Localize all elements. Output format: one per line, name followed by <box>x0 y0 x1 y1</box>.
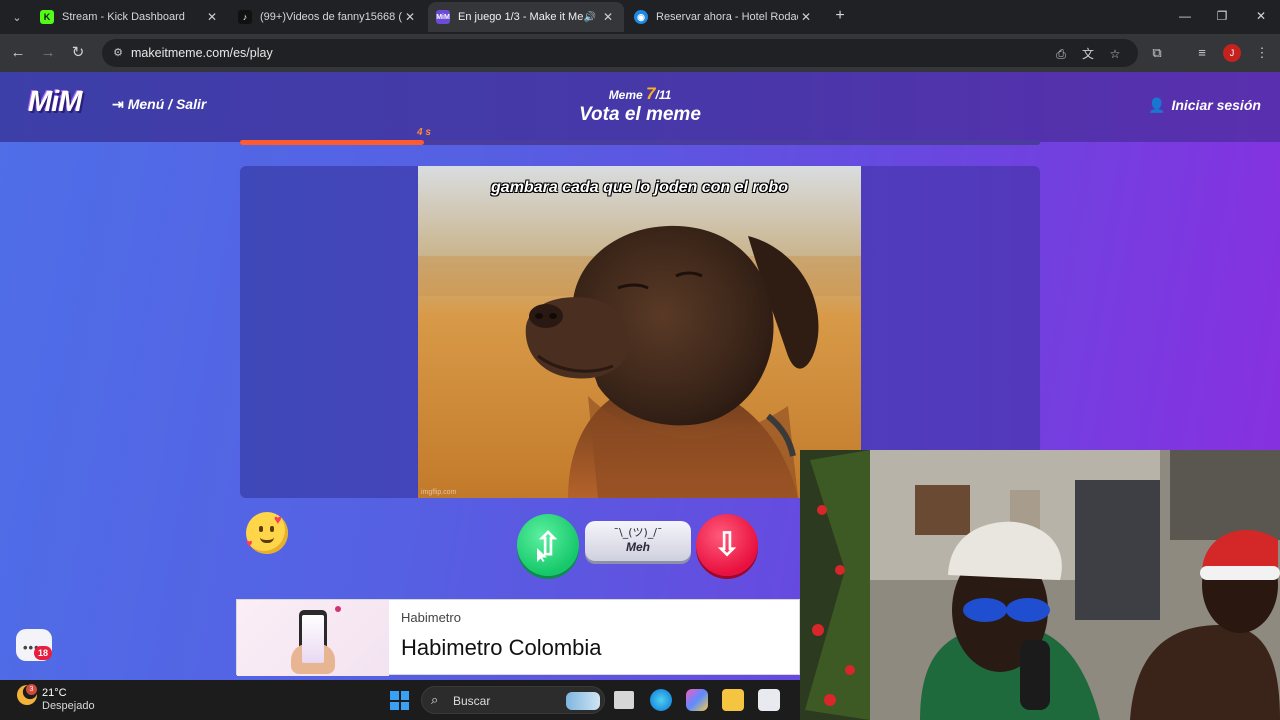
meme-caption: gambara cada que lo joden con el robo <box>491 179 788 196</box>
tab-make-it-meme[interactable]: MiM En juego 1/3 - Make it Meme 🔊 ✕ <box>428 2 624 32</box>
webcam-feed <box>800 450 1280 720</box>
site-settings-icon[interactable]: ⚙ <box>110 45 126 61</box>
address-bar[interactable]: ⚙ makeitmeme.com/es/play ⎙ 文 ☆ <box>102 39 1138 67</box>
dog-photo <box>418 166 861 498</box>
advertisement-banner[interactable]: Habimetro Habimetro Colombia <box>236 599 800 676</box>
search-placeholder: Buscar <box>453 694 491 708</box>
minimize-button[interactable]: — <box>1170 6 1200 26</box>
timer-label: 4 s <box>417 127 431 138</box>
tab-title: (99+)Videos de fanny15668 (@ <box>260 11 402 23</box>
windows-taskbar: 3 21°C Despejado ⌕ Buscar <box>0 680 800 720</box>
reaction-emoji-button[interactable]: ♥ ♥ <box>246 512 288 554</box>
close-tab-icon[interactable]: ✕ <box>798 10 814 24</box>
phone-screen <box>302 615 324 663</box>
phone-icon <box>291 610 335 674</box>
tab-title: Stream - Kick Dashboard <box>62 11 185 23</box>
meme-image: gambara cada que lo joden con el robo im… <box>418 166 861 498</box>
microsoft-store-icon[interactable] <box>758 689 780 711</box>
search-highlight-image <box>566 692 600 710</box>
back-button[interactable]: ← <box>7 42 29 64</box>
profile-avatar[interactable]: J <box>1223 44 1241 62</box>
more-menu-icon[interactable]: ⋮ <box>1252 43 1272 63</box>
weather-description: Despejado <box>42 700 95 712</box>
windows-start-icon[interactable] <box>390 691 409 710</box>
browser-tab-bar: ⌄ K Stream - Kick Dashboard ✕ ♪ (99+)Vid… <box>0 0 1280 34</box>
meme-counter: Meme 7/11 <box>0 84 1280 104</box>
install-app-icon[interactable]: ⎙ <box>1052 45 1070 63</box>
meme-prefix: Meme <box>608 88 643 102</box>
timer-bar <box>240 140 1040 145</box>
weather-badge: 3 <box>26 684 37 695</box>
tab-search-icon[interactable]: ⌄ <box>6 6 28 28</box>
media-control-icon[interactable]: ≡ <box>1192 43 1212 63</box>
ad-title: Habimetro Colombia <box>401 635 602 660</box>
close-window-button[interactable]: ✕ <box>1246 6 1276 26</box>
extensions-icon[interactable]: ⧉ <box>1147 43 1167 63</box>
shrug-face: ¯\_(ツ)_/¯ <box>613 526 663 539</box>
task-view-icon[interactable] <box>614 691 634 709</box>
browser-toolbar: ← → ↻ ⚙ makeitmeme.com/es/play ⎙ 文 ☆ ⧉ ≡… <box>0 34 1280 72</box>
login-label: Iniciar sesión <box>1171 97 1261 113</box>
restore-button[interactable]: ❐ <box>1207 6 1237 26</box>
reload-button[interactable]: ↻ <box>67 42 89 64</box>
taskbar-search[interactable]: ⌕ Buscar <box>421 686 605 714</box>
temperature: 21°C <box>42 687 67 699</box>
translate-icon[interactable]: 文 <box>1079 45 1097 63</box>
heart-icon: ♥ <box>246 538 253 550</box>
new-tab-button[interactable]: + <box>830 6 850 26</box>
speaker-icon[interactable]: 🔊 <box>584 12 596 23</box>
arrow-down-icon: ⇩ <box>713 526 741 562</box>
file-explorer-icon[interactable] <box>722 689 744 711</box>
close-tab-icon[interactable]: ✕ <box>600 10 616 24</box>
heart-icon: ♥ <box>274 512 282 527</box>
upvote-button[interactable]: ⇧ <box>517 514 579 576</box>
tab-title: Reservar ahora - Hotel Rodaderi <box>656 11 798 23</box>
page-title: Vota el meme <box>579 104 701 125</box>
tab-tiktok[interactable]: ♪ (99+)Videos de fanny15668 (@ ✕ <box>230 2 426 32</box>
edge-browser-icon[interactable] <box>650 689 672 711</box>
login-link[interactable]: 👤 Iniciar sesión <box>1148 97 1261 114</box>
tiktok-icon: ♪ <box>238 10 252 24</box>
chat-button[interactable]: ••• 18 <box>16 629 52 661</box>
ad-dot <box>335 606 341 612</box>
emoji-mouth <box>260 537 274 543</box>
ad-image <box>237 600 389 676</box>
search-icon: ⌕ <box>431 692 439 707</box>
close-tab-icon[interactable]: ✕ <box>402 10 418 24</box>
copilot-icon[interactable] <box>686 689 708 711</box>
game-header: MiM ⇥ Menú / Salir Meme 7/11 Vota el meme… <box>0 72 1280 142</box>
mim-icon: MiM <box>436 10 450 24</box>
url-text: makeitmeme.com/es/play <box>131 46 273 60</box>
forward-button[interactable]: → <box>37 42 59 64</box>
meh-button[interactable]: ¯\_(ツ)_/¯ Meh <box>585 521 691 561</box>
tab-hotel-booking[interactable]: ◉ Reservar ahora - Hotel Rodaderi ✕ <box>626 2 822 32</box>
meme-current: 7 <box>646 84 656 103</box>
meme-watermark: imgflip.com <box>421 489 457 496</box>
kick-icon: K <box>40 10 54 24</box>
downvote-button[interactable]: ⇩ <box>696 514 758 576</box>
chat-badge: 18 <box>34 646 52 660</box>
ad-brand: Habimetro <box>401 610 461 625</box>
tab-title: En juego 1/3 - Make it Meme <box>458 11 584 23</box>
meme-total: /11 <box>655 88 672 102</box>
tab-kick-dashboard[interactable]: K Stream - Kick Dashboard ✕ <box>32 2 228 32</box>
user-icon: 👤 <box>1148 97 1166 113</box>
webcam-overlay <box>800 450 1280 720</box>
timer-bar-fill <box>240 140 424 145</box>
booking-icon: ◉ <box>634 10 648 24</box>
meh-label: Meh <box>626 540 650 554</box>
close-tab-icon[interactable]: ✕ <box>204 10 220 24</box>
bookmark-star-icon[interactable]: ☆ <box>1106 45 1124 63</box>
emoji-left-eye <box>259 526 263 532</box>
